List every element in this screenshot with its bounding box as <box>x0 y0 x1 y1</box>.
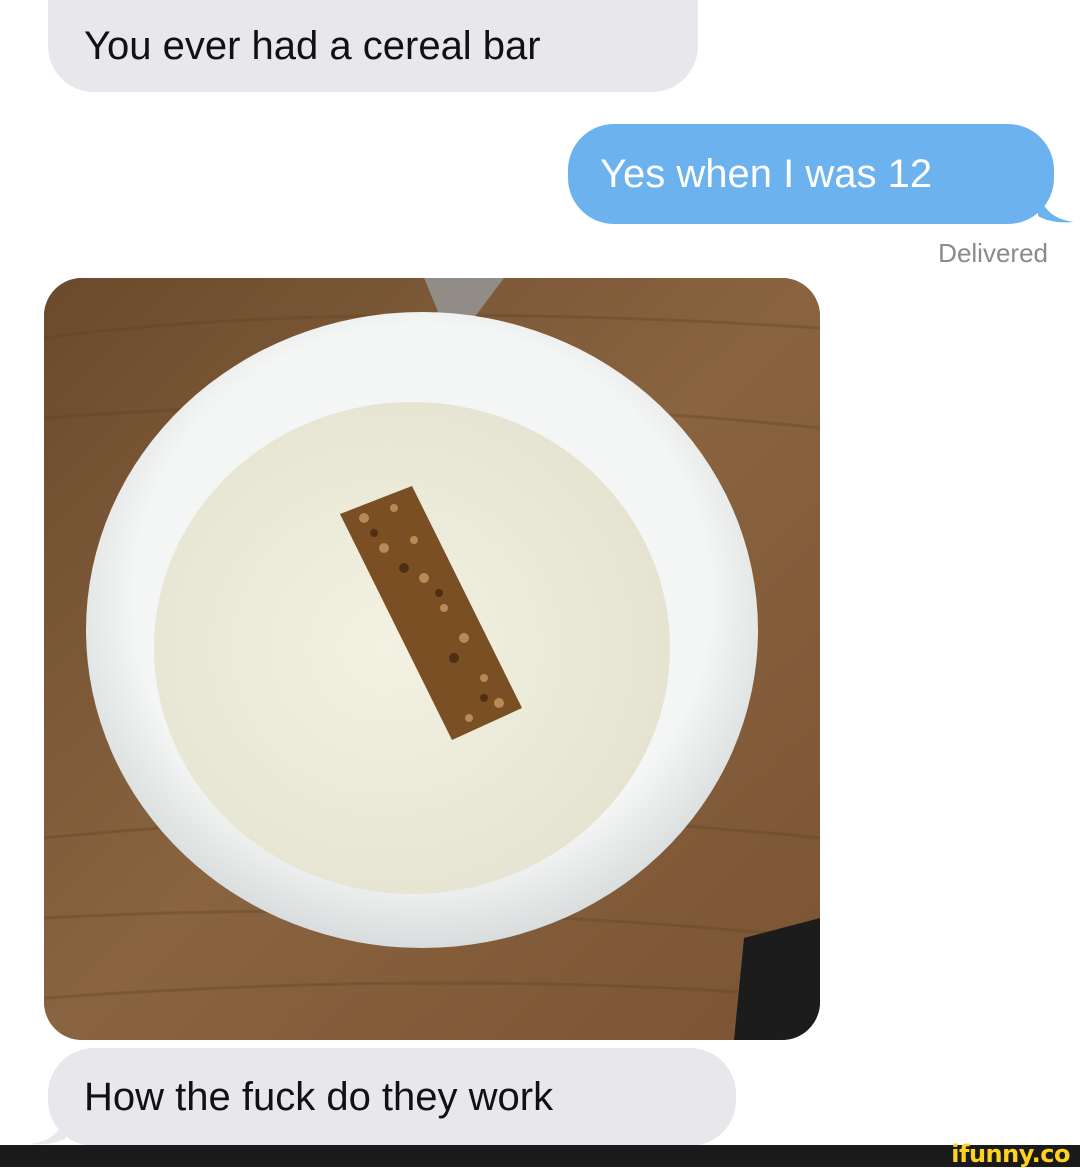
bubble-tail-icon <box>1038 188 1074 223</box>
outgoing-message-bubble[interactable]: Yes when I was 12 <box>568 124 1074 224</box>
bubble-tail-icon <box>30 1110 66 1145</box>
photo-attachment[interactable] <box>44 278 820 1040</box>
footer-bar: ifunny.co <box>0 1140 1080 1168</box>
message-text: How the fuck do they work <box>84 1075 554 1119</box>
message-text: You ever had a cereal bar <box>84 24 541 68</box>
message-thread: You ever had a cereal bar Yes when I was… <box>0 0 1080 1146</box>
cereal-bar-bowl-photo <box>44 278 820 1040</box>
delivery-status: Delivered <box>938 238 1048 268</box>
incoming-message-bubble[interactable]: You ever had a cereal bar <box>48 0 698 92</box>
message-text: Yes when I was 12 <box>600 152 933 196</box>
incoming-message-bubble[interactable]: How the fuck do they work <box>30 1048 736 1146</box>
watermark-logo: ifunny.co <box>951 1140 1070 1168</box>
